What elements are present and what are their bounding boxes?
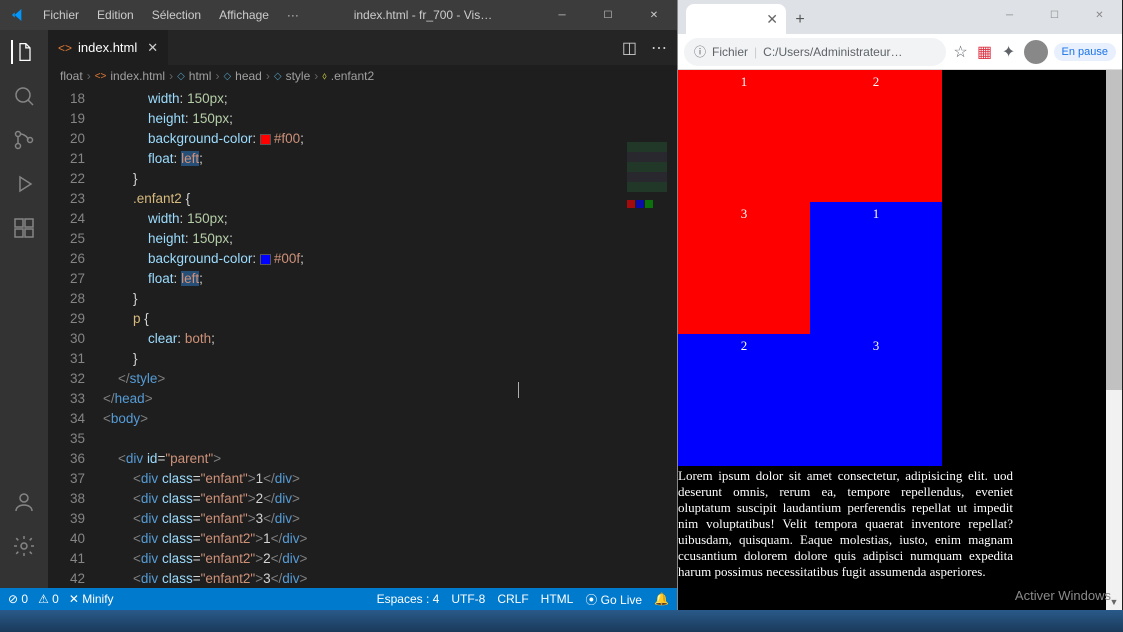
vscode-window: Fichier Edition Sélection Affichage ··· … xyxy=(0,0,677,610)
status-warnings[interactable]: ⚠ 0 xyxy=(38,592,59,606)
window-title: index.html - fr_700 - Vis… xyxy=(307,8,539,22)
element-icon: ◇ xyxy=(223,71,231,82)
close-tab-icon[interactable]: ✕ xyxy=(147,40,158,56)
vscode-logo-icon xyxy=(0,7,35,23)
activity-bar xyxy=(0,30,48,588)
window-controls: ─ ☐ ✕ xyxy=(539,0,677,30)
breadcrumb-item[interactable]: html xyxy=(189,69,212,83)
status-errors[interactable]: ⊘ 0 xyxy=(8,592,28,606)
pause-badge[interactable]: En pause xyxy=(1054,43,1116,61)
profile-avatar[interactable] xyxy=(1024,40,1048,64)
windows-taskbar[interactable] xyxy=(0,610,1123,632)
enfant2-box: 1 xyxy=(810,202,942,334)
close-tab-icon[interactable]: ✕ xyxy=(766,11,778,28)
status-bell-icon[interactable]: 🔔 xyxy=(654,592,669,606)
code-content[interactable]: width: 150px; height: 150px; background-… xyxy=(103,87,677,588)
enfant2-box: 3 xyxy=(810,334,942,466)
extensions-icon[interactable] xyxy=(12,216,36,240)
menu-affichage[interactable]: Affichage xyxy=(211,8,277,22)
menu-fichier[interactable]: Fichier xyxy=(35,8,87,22)
maximize-button[interactable]: ☐ xyxy=(585,0,631,30)
titlebar: Fichier Edition Sélection Affichage ··· … xyxy=(0,0,677,30)
status-eol[interactable]: CRLF xyxy=(497,592,528,606)
code-editor[interactable]: 1819202122232425262728293031323334353637… xyxy=(48,87,677,588)
tab-index-html[interactable]: <> index.html ✕ xyxy=(48,30,169,65)
explorer-icon[interactable] xyxy=(11,40,35,64)
browser-window-controls: ─ ☐ ✕ xyxy=(987,0,1122,30)
menu-edition[interactable]: Edition xyxy=(89,8,142,22)
scrollbar[interactable]: ▲ ▼ xyxy=(1106,70,1122,610)
status-bar: ⊘ 0 ⚠ 0 ✕ Minify Espaces : 4 UTF-8 CRLF … xyxy=(0,588,677,610)
source-control-icon[interactable] xyxy=(12,128,36,152)
menu-selection[interactable]: Sélection xyxy=(144,8,209,22)
paragraph-text: Lorem ipsum dolor sit amet consectetur, … xyxy=(678,466,1013,582)
line-numbers: 1819202122232425262728293031323334353637… xyxy=(48,87,103,588)
close-button[interactable]: ✕ xyxy=(631,0,677,30)
status-spaces[interactable]: Espaces : 4 xyxy=(377,592,440,606)
browser-tab[interactable]: ✕ xyxy=(686,4,786,34)
editor-tabs: <> index.html ✕ ◫ ⋯ xyxy=(48,30,677,65)
settings-icon[interactable] xyxy=(12,534,36,558)
puzzle-icon[interactable]: ✦ xyxy=(1000,43,1018,61)
maximize-button[interactable]: ☐ xyxy=(1032,0,1077,30)
breadcrumb-item[interactable]: float xyxy=(60,69,83,83)
new-tab-button[interactable]: + xyxy=(786,6,814,34)
breadcrumb-item[interactable]: .enfant2 xyxy=(331,69,374,83)
windows-watermark: Activer Windows xyxy=(1015,588,1111,604)
breadcrumb-item[interactable]: index.html xyxy=(110,69,165,83)
html-file-icon: <> xyxy=(58,41,72,55)
browser-toolbar: ⓘ Fichier | C:/Users/Administrateur… ☆ ▦… xyxy=(678,34,1122,70)
status-golive[interactable]: ⦿ Go Live xyxy=(585,591,642,608)
search-icon[interactable] xyxy=(12,84,36,108)
rendered-page: 1 2 3 1 2 3 Lorem ipsum dolor sit amet c… xyxy=(678,70,1013,582)
html-file-icon: <> xyxy=(95,71,107,82)
enfant2-box: 2 xyxy=(678,334,810,466)
split-editor-icon[interactable]: ◫ xyxy=(622,38,637,58)
info-icon[interactable]: ⓘ xyxy=(694,43,706,60)
text-cursor xyxy=(518,382,519,398)
tab-actions: ◫ ⋯ xyxy=(612,30,677,65)
extension-icon[interactable]: ▦ xyxy=(976,43,994,61)
more-actions-icon[interactable]: ⋯ xyxy=(651,38,667,58)
browser-viewport[interactable]: 1 2 3 1 2 3 Lorem ipsum dolor sit amet c… xyxy=(678,70,1122,610)
address-bar[interactable]: ⓘ Fichier | C:/Users/Administrateur… xyxy=(684,38,946,66)
address-url: C:/Users/Administrateur… xyxy=(763,45,902,59)
status-minify[interactable]: ✕ Minify xyxy=(69,592,114,606)
breadcrumbs[interactable]: float› <>index.html› ◇html› ◇head› ◇styl… xyxy=(48,65,677,87)
minimize-button[interactable]: ─ xyxy=(539,0,585,30)
star-icon[interactable]: ☆ xyxy=(952,43,970,61)
scroll-thumb[interactable] xyxy=(1106,70,1122,390)
close-button[interactable]: ✕ xyxy=(1077,0,1122,30)
browser-window: ─ ☐ ✕ ✕ + ⓘ Fichier | C:/Users/Administr… xyxy=(677,0,1122,610)
enfant-box: 1 xyxy=(678,70,810,202)
breadcrumb-item[interactable]: head xyxy=(235,69,262,83)
minimap[interactable] xyxy=(622,142,677,342)
menu-bar: Fichier Edition Sélection Affichage ··· xyxy=(35,8,307,22)
enfant-box: 2 xyxy=(810,70,942,202)
editor-area: <> index.html ✕ ◫ ⋯ float› <>index.html›… xyxy=(48,30,677,588)
menu-more[interactable]: ··· xyxy=(279,8,307,22)
address-label: Fichier xyxy=(712,45,748,59)
minimize-button[interactable]: ─ xyxy=(987,0,1032,30)
account-icon[interactable] xyxy=(12,490,36,514)
element-icon: ◇ xyxy=(274,71,282,82)
enfant-box: 3 xyxy=(678,202,810,334)
breadcrumb-item[interactable]: style xyxy=(286,69,311,83)
tab-label: index.html xyxy=(78,40,137,55)
status-lang[interactable]: HTML xyxy=(541,592,574,606)
class-icon: ⬨ xyxy=(322,71,327,82)
debug-icon[interactable] xyxy=(12,172,36,196)
element-icon: ◇ xyxy=(177,71,185,82)
status-encoding[interactable]: UTF-8 xyxy=(451,592,485,606)
